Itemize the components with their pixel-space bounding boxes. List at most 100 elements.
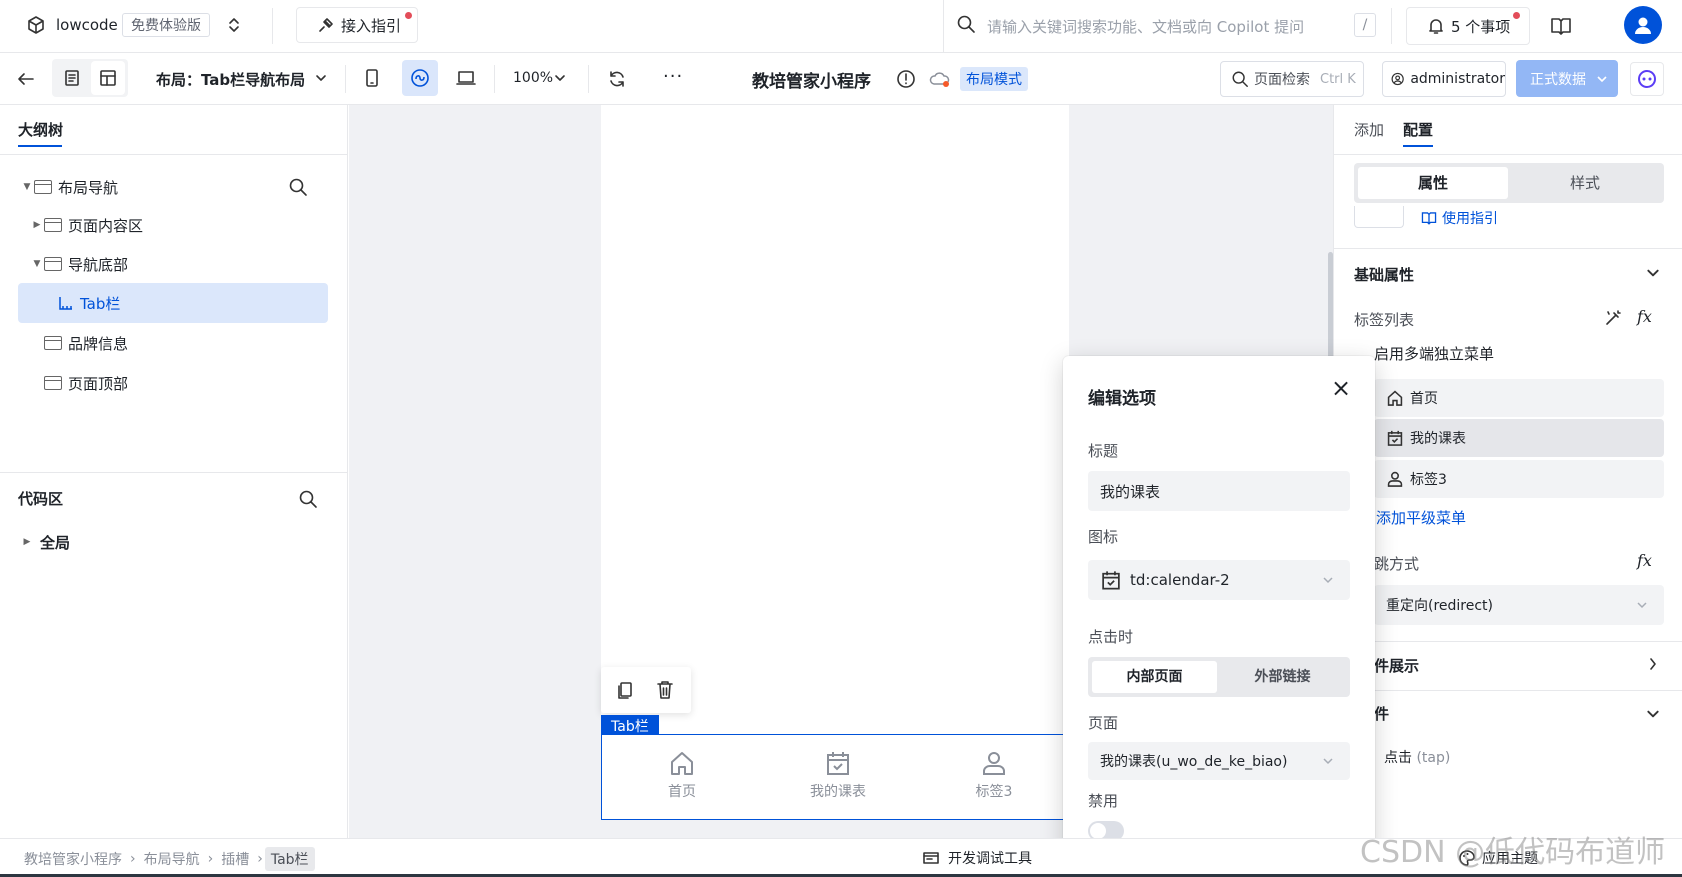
section-basic-props[interactable]: 基础属性	[1354, 264, 1414, 285]
app-name[interactable]: lowcode	[56, 16, 118, 34]
magic-wand-icon[interactable]	[1604, 309, 1622, 327]
event-name: 点击	[1384, 750, 1412, 766]
tree-node-page-header[interactable]: 页面顶部	[30, 363, 328, 403]
tree-search-icon[interactable]	[288, 177, 308, 197]
option-home[interactable]: 首页	[1374, 379, 1664, 417]
right-panel: 添加 配置 属性 样式 使用指引 基础属性 标签列表 fx 启用多端独立菜单 首…	[1333, 105, 1682, 838]
icon-select-chevron-icon	[1323, 577, 1333, 584]
miniprogram-preview-button[interactable]	[402, 60, 438, 96]
tab-outline-underline	[18, 145, 62, 147]
tree-node-label: 页面内容区	[68, 216, 144, 235]
usage-guide-label: 使用指引	[1442, 211, 1498, 227]
tree-node-global[interactable]: ▶ 全局	[20, 522, 328, 562]
layout-node-icon	[44, 376, 62, 390]
tree-node-page-content[interactable]: ▶ 页面内容区	[30, 205, 328, 245]
option-schedule[interactable]: 我的课表	[1374, 419, 1664, 457]
code-search-icon[interactable]	[298, 489, 318, 509]
page-select[interactable]: 我的课表(u_wo_de_ke_biao)	[1088, 742, 1350, 780]
event-tap[interactable]: 点击 (tap)	[1384, 747, 1450, 767]
calendar-icon	[827, 752, 849, 775]
back-arrow-icon[interactable]	[16, 69, 36, 89]
page-search-icon	[1232, 71, 1248, 87]
subtab-style[interactable]: 样式	[1510, 167, 1660, 199]
segment-external-link[interactable]: 外部链接	[1219, 661, 1346, 693]
breadcrumb-item[interactable]: 布局导航	[138, 847, 206, 871]
jump-mode-value: 重定向(redirect)	[1386, 598, 1494, 614]
jump-mode-select[interactable]: 重定向(redirect)	[1374, 585, 1664, 625]
user-button[interactable]: administrator	[1382, 61, 1506, 97]
tree-caret[interactable]: ▶	[20, 537, 34, 547]
data-source-button[interactable]: 正式数据	[1516, 60, 1618, 97]
tree-caret[interactable]: ▼	[20, 182, 34, 192]
copy-icon[interactable]	[616, 680, 634, 700]
breadcrumb-item[interactable]: 教培管家小程序	[18, 847, 128, 871]
guide-button[interactable]: 接入指引	[296, 7, 418, 43]
chevron-right-icon[interactable]	[1648, 657, 1658, 671]
icon-select[interactable]: td:calendar-2	[1088, 560, 1350, 600]
todo-button[interactable]: 5 个事项	[1406, 7, 1530, 45]
zoom-chevron-icon[interactable]	[554, 73, 566, 83]
section-events-collapse-icon[interactable]	[1646, 708, 1660, 720]
mobile-preview-button[interactable]	[354, 60, 390, 96]
dev-tools-button[interactable]: 开发调试工具	[922, 848, 1032, 868]
close-icon[interactable]: ×	[1331, 376, 1351, 400]
mobile-icon	[366, 69, 378, 87]
info-icon[interactable]	[896, 69, 916, 89]
tabbar-component[interactable]: 首页 我的课表 标签3	[601, 734, 1069, 820]
breadcrumb-item[interactable]: Tab栏	[264, 847, 315, 871]
section-events[interactable]: 件	[1374, 703, 1389, 724]
tree-caret[interactable]: ▼	[30, 259, 44, 269]
book-icon[interactable]	[1550, 15, 1572, 37]
plug-icon	[319, 18, 333, 32]
tree-node-brand-info[interactable]: 品牌信息	[30, 323, 328, 363]
outline-view-button[interactable]	[55, 61, 89, 95]
title-input[interactable]: 我的课表	[1088, 471, 1350, 511]
guide-alert-dot	[405, 12, 412, 19]
section-conditional-display[interactable]: 件展示	[1374, 655, 1419, 676]
tab-home[interactable]: 首页	[622, 749, 742, 801]
layout-select[interactable]: 布局：Tab栏导航布局	[156, 69, 305, 90]
usage-guide-link[interactable]: 使用指引	[1420, 208, 1498, 228]
layout-view-button[interactable]	[91, 61, 125, 95]
tab-outline[interactable]: 大纲树	[18, 119, 63, 140]
breadcrumb-separator: ›	[207, 851, 214, 867]
fx-button[interactable]: fx	[1637, 551, 1652, 570]
option-label3[interactable]: 标签3	[1374, 460, 1664, 498]
section-collapse-icon[interactable]	[1646, 267, 1660, 279]
tab-add[interactable]: 添加	[1354, 119, 1384, 140]
tab-schedule[interactable]: 我的课表	[778, 749, 898, 801]
tab-config[interactable]: 配置	[1403, 119, 1433, 140]
tab-label3[interactable]: 标签3	[934, 749, 1054, 801]
title-input-value: 我的课表	[1100, 482, 1161, 501]
add-sibling-menu-link[interactable]: 添加平级菜单	[1376, 507, 1466, 528]
tree-node-tabbar[interactable]: Tab栏	[18, 283, 328, 323]
chevron-down-icon[interactable]	[315, 73, 327, 83]
more-menu[interactable]: ···	[663, 66, 683, 87]
tree-node-nav-footer[interactable]: ▼ 导航底部	[30, 244, 328, 284]
desktop-preview-button[interactable]	[448, 60, 484, 96]
tree-node-layout-nav[interactable]: ▼ 布局导航	[20, 167, 328, 207]
refresh-icon[interactable]	[607, 69, 627, 89]
avatar[interactable]	[1624, 6, 1662, 44]
fx-button[interactable]: fx	[1637, 307, 1652, 326]
left-panel: 大纲树 ▼ 布局导航 ▶ 页面内容区 ▼ 导航底部 Tab栏 品牌信息 页面顶部…	[0, 105, 348, 838]
subtab-properties[interactable]: 属性	[1358, 167, 1508, 199]
zoom-select[interactable]: 100%	[513, 70, 553, 86]
dev-tools-label: 开发调试工具	[948, 851, 1032, 867]
user-icon	[983, 752, 1005, 775]
global-search-input[interactable]: 请输入关键词搜索功能、文档或向 Copilot 提问	[987, 16, 1304, 37]
code-area-title: 代码区	[18, 490, 64, 508]
segment-internal-page[interactable]: 内部页面	[1092, 661, 1217, 693]
breadcrumb: 教培管家小程序 › 布局导航 › 插槽 › Tab栏	[18, 847, 315, 871]
component-preview-thumb	[1354, 206, 1404, 228]
event-code: (tap)	[1416, 750, 1451, 766]
tree-caret[interactable]: ▶	[30, 220, 44, 230]
title-field-label: 标题	[1088, 442, 1119, 460]
breadcrumb-item[interactable]: 插槽	[215, 847, 255, 871]
cloud-sync-icon[interactable]	[929, 70, 951, 88]
switch-app-icon[interactable]	[228, 16, 240, 34]
delete-icon[interactable]	[656, 680, 674, 700]
component-actions	[601, 667, 691, 713]
copilot-button[interactable]	[1630, 62, 1664, 96]
page-search-button[interactable]: 页面检索 Ctrl K	[1220, 61, 1364, 97]
